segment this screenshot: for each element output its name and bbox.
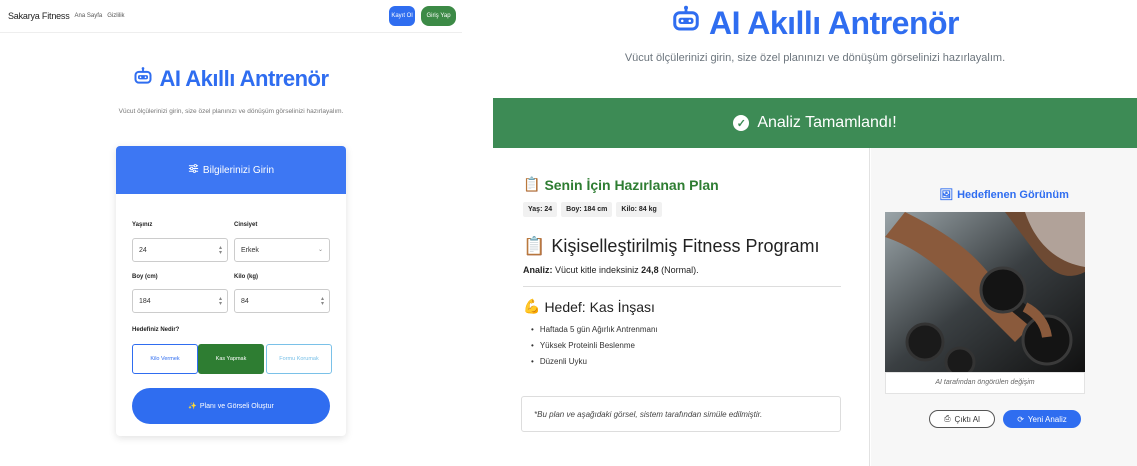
image-icon: 🖼 [939, 189, 954, 201]
plan-header-text: Senin İçin Hazırlanan Plan [544, 176, 719, 193]
weight-tag: Kilo: 84 kg [616, 202, 662, 217]
print-button[interactable]: ⎙ Çıktı Al [929, 410, 995, 428]
age-input[interactable]: 24 ▴ ▾ [132, 238, 228, 262]
gender-select[interactable]: Erkek ⌄ [234, 238, 330, 262]
result-page-subtitle: Vücut ölçülerinizi girin, size özel plan… [624, 52, 1006, 64]
visual-title-text: Hedeflenen Görünüm [957, 188, 1069, 201]
result-title-text: AI Akıllı Antrenör [709, 4, 959, 41]
form-header: Bilgilerinizi Girin [116, 146, 346, 194]
analysis-line: Analiz: Vücut kitle indeksiniz 24,8 (Nor… [523, 265, 699, 275]
page: Sakarya Fitness Ana Sayfa Gizlilik Kayıt… [0, 0, 1137, 466]
goal-heading: 💪 Hedef: Kas İnşası [523, 298, 655, 315]
login-button[interactable]: Giriş Yap [421, 6, 456, 26]
refresh-icon: ⟳ [1017, 414, 1024, 424]
robot-icon [133, 66, 153, 92]
stepper-icon[interactable]: ▴ ▾ [321, 296, 324, 307]
print-label: Çıktı Al [954, 414, 980, 424]
bmi-value: 24,8 [641, 265, 659, 275]
goal-lose-weight-button[interactable]: Kilo Vermek [132, 344, 198, 374]
target-body-image [885, 212, 1085, 372]
flexed-biceps-icon: 💪 [523, 298, 541, 314]
plan-panel: 📋 Senin İçin Hazırlanan Plan Yaş: 24 Boy… [493, 148, 870, 466]
banner-text: Analiz Tamamlandı! [757, 114, 897, 131]
result-screen: AI Akıllı Antrenör Vücut ölçülerinizi gi… [493, 0, 1137, 466]
list-item: Yüksek Proteinli Beslenme [531, 338, 658, 354]
gender-value: Erkek [241, 246, 259, 254]
stats-tags: Yaş: 24 Boy: 184 cm Kilo: 84 kg [523, 202, 662, 217]
visual-panel: 🖼 Hedeflenen Görünüm AI tarafından öngör… [871, 148, 1137, 466]
page-subtitle: Vücut ölçülerinizi girin, size özel plan… [118, 108, 344, 115]
age-label: Yaşınız [132, 222, 153, 228]
bmi-category: (Normal). [661, 265, 699, 275]
navbar: Sakarya Fitness Ana Sayfa Gizlilik Kayıt… [0, 0, 462, 33]
gender-label: Cinsiyet [234, 222, 258, 228]
new-analysis-button[interactable]: ⟳ Yeni Analiz [1003, 410, 1081, 428]
goal-heading-text: Hedef: Kas İnşası [544, 298, 655, 315]
form-screen: Sakarya Fitness Ana Sayfa Gizlilik Kayıt… [0, 0, 462, 466]
stepper-icon[interactable]: ▴ ▾ [219, 296, 222, 307]
magic-icon: ✨ [188, 403, 197, 410]
nav-link-privacy[interactable]: Gizlilik [107, 13, 124, 19]
check-circle-icon: ✓ [733, 115, 750, 131]
page-title: AI Akıllı Antrenör [0, 66, 462, 92]
new-analysis-label: Yeni Analiz [1027, 414, 1067, 424]
result-page-title: AI Akıllı Antrenör [493, 4, 1137, 42]
goal-build-muscle-button[interactable]: Kas Yapmak [198, 344, 264, 374]
height-input[interactable]: 184 ▴ ▾ [132, 289, 228, 313]
height-label: Boy (cm) [132, 274, 158, 280]
robot-icon [671, 4, 701, 42]
info-form-card: Bilgilerinizi Girin Yaşınız 24 ▴ ▾ Cinsiy… [116, 146, 346, 436]
image-caption: AI tarafından öngörülen değişim [885, 372, 1085, 394]
analysis-label: Analiz: [523, 265, 553, 275]
weight-input[interactable]: 84 ▴ ▾ [234, 289, 330, 313]
printer-icon: ⎙ [944, 414, 951, 423]
visual-title: 🖼 Hedeflenen Görünüm [871, 188, 1137, 202]
register-button[interactable]: Kayıt Ol [389, 6, 415, 26]
weight-label: Kilo (kg) [234, 274, 258, 280]
generate-plan-label: Planı ve Görseli Oluştur [199, 402, 274, 410]
title-text: AI Akıllı Antrenör [159, 66, 329, 91]
nav-link-home[interactable]: Ana Sayfa [75, 13, 103, 19]
divider [523, 286, 841, 287]
analysis-text: Vücut kitle indeksiniz [555, 265, 639, 275]
chevron-down-icon: ⌄ [317, 247, 323, 253]
goal-maintain-form-button[interactable]: Formu Korumak [266, 344, 332, 374]
stepper-icon[interactable]: ▴ ▾ [219, 245, 222, 256]
height-tag: Boy: 184 cm [561, 202, 613, 217]
nav-buttons: Kayıt Ol Giriş Yap [389, 6, 456, 26]
clipboard-icon: 📋 [523, 236, 546, 256]
program-title-text: Kişiselleştirilmiş Fitness Programı [551, 236, 820, 256]
age-tag: Yaş: 24 [523, 202, 558, 217]
form-header-text: Bilgilerinizi Girin [202, 164, 275, 176]
goal-label: Hedefiniz Nedir? [132, 327, 180, 333]
generate-plan-button[interactable]: ✨ Planı ve Görseli Oluştur [132, 388, 330, 424]
simulation-note: *Bu plan ve aşağıdaki görsel, sistem tar… [521, 396, 841, 432]
plan-header: 📋 Senin İçin Hazırlanan Plan [523, 176, 719, 193]
weight-value: 84 [241, 297, 249, 305]
list-item: Düzenli Uyku [531, 354, 658, 370]
height-value: 184 [139, 297, 151, 305]
brand-link[interactable]: Sakarya Fitness [8, 11, 70, 21]
clipboard-icon: 📋 [523, 176, 541, 192]
plan-list: Haftada 5 gün Ağırlık Antrenmanı Yüksek … [531, 322, 658, 370]
program-title: 📋 Kişiselleştirilmiş Fitness Programı [523, 236, 819, 257]
list-item: Haftada 5 gün Ağırlık Antrenmanı [531, 322, 658, 338]
analysis-complete-banner: ✓ Analiz Tamamlandı! [493, 98, 1137, 148]
sliders-icon [188, 163, 199, 177]
age-value: 24 [139, 246, 147, 254]
